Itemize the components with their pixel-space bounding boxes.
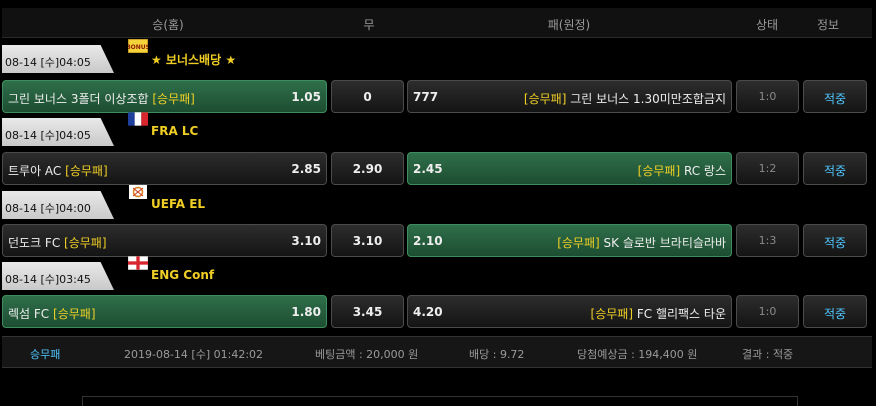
league-header: 08-14 [수]03:45 ENG Conf (2, 256, 872, 290)
result-text: 적중 (823, 307, 847, 321)
league-header: 08-14 [수]04:00 UEFA EL (2, 185, 872, 219)
away-odds: 2.45 (413, 162, 443, 176)
home-bet-button[interactable]: 트루아 AC [승무패] 2.85 (2, 152, 327, 185)
result-text: 적중 (823, 92, 847, 106)
home-bet-button[interactable]: 그린 보너스 3폴더 이상조합 [승무패] 1.05 (2, 80, 327, 113)
away-bet-button[interactable]: 2.10 [승무패] SK 슬로반 브라티슬라바 (407, 224, 732, 257)
bet-type-tag: [승무패] (637, 164, 681, 178)
bet-type-tag: [승무패] (53, 307, 96, 321)
score-status: 1:0 (736, 80, 799, 113)
match-row: 그린 보너스 3폴더 이상조합 [승무패] 1.05 0 777 [승무패] 그… (2, 80, 872, 113)
home-team-name: 트루아 AC (8, 164, 62, 178)
home-odds: 1.05 (291, 90, 321, 104)
league-name: ENG Conf (151, 268, 215, 282)
draw-odds: 3.10 (352, 234, 383, 248)
draw-bet-button[interactable]: 3.45 (331, 295, 404, 328)
draw-odds: 0 (363, 90, 372, 104)
away-team-name: RC 랑스 (683, 164, 726, 178)
bonus-badge-icon: BONUS (128, 39, 148, 53)
bet-summary-bar: 승무패 2019-08-14 [수] 01:42:02 베팅금액 : 20,00… (2, 336, 872, 368)
draw-bet-button[interactable]: 0 (331, 80, 404, 113)
home-bet-button[interactable]: 렉섬 FC [승무패] 1.80 (2, 295, 327, 328)
result-info-button[interactable]: 적중 (803, 152, 867, 185)
summary-expected-win: 당첨예상금 : 194,400 원 (577, 348, 698, 361)
away-odds: 2.10 (413, 234, 443, 248)
away-bet-button[interactable]: 2.45 [승무패] RC 랑스 (407, 152, 732, 185)
away-bet-button[interactable]: 777 [승무패] 그린 보너스 1.30미만조합금지 (407, 80, 732, 113)
league-name: ★ 보너스배당 ★ (151, 53, 237, 67)
summary-bet-amount: 베팅금액 : 20,000 원 (315, 348, 419, 361)
bet-type-tag: [승무패] (65, 164, 108, 178)
score-text: 1:0 (758, 90, 777, 103)
next-panel (82, 396, 798, 406)
score-text: 1:3 (758, 234, 777, 247)
away-bet-button[interactable]: 4.20 [승무패] FC 핼리팩스 타운 (407, 295, 732, 328)
bet-type-tag: [승무패] (557, 236, 600, 250)
header-away: 패(원정) (547, 18, 591, 32)
result-info-button[interactable]: 적중 (803, 295, 867, 328)
league-header: 08-14 [수]04:05 FRA LC (2, 112, 872, 146)
home-odds: 1.80 (291, 305, 321, 319)
league-name: FRA LC (151, 124, 199, 138)
home-odds: 3.10 (291, 234, 321, 248)
match-row: 트루아 AC [승무패] 2.85 2.90 2.45 [승무패] RC 랑스 … (2, 152, 872, 185)
france-flag-icon (128, 112, 148, 126)
summary-bet-type: 승무패 (30, 348, 61, 361)
bet-type-tag: [승무패] (523, 92, 567, 106)
match-date: 08-14 [수]04:05 (2, 118, 114, 146)
header-draw: 무 (363, 18, 375, 32)
league-name: UEFA EL (151, 197, 206, 211)
score-status: 1:2 (736, 152, 799, 185)
header-info: 정보 (816, 18, 840, 32)
header-home: 승(홈) (152, 18, 184, 32)
bet-table-header: 승(홈) 무 패(원정) 상태 정보 (2, 8, 872, 38)
score-status: 1:3 (736, 224, 799, 257)
league-header: 08-14 [수]04:05 BONUS ★ 보너스배당 ★ (2, 39, 872, 73)
result-text: 적중 (823, 164, 847, 178)
uefa-el-icon (129, 185, 147, 199)
match-date: 08-14 [수]04:05 (2, 45, 114, 73)
summary-result: 결과 : 적중 (742, 348, 794, 361)
result-info-button[interactable]: 적중 (803, 224, 867, 257)
home-bet-button[interactable]: 던도크 FC [승무패] 3.10 (2, 224, 327, 257)
result-text: 적중 (823, 236, 847, 250)
away-team-name: FC 핼리팩스 타운 (636, 307, 726, 321)
header-status: 상태 (755, 18, 779, 32)
match-row: 던도크 FC [승무패] 3.10 3.10 2.10 [승무패] SK 슬로반… (2, 224, 872, 257)
draw-odds: 3.45 (352, 305, 383, 319)
svg-text:BONUS: BONUS (128, 44, 148, 51)
score-status: 1:0 (736, 295, 799, 328)
home-team-name: 렉섬 FC (8, 307, 50, 321)
away-odds: 777 (413, 90, 439, 104)
score-text: 1:0 (758, 305, 777, 318)
draw-bet-button[interactable]: 2.90 (331, 152, 404, 185)
bet-type-tag: [승무패] (590, 307, 634, 321)
home-team-name: 던도크 FC (8, 236, 61, 250)
match-date: 08-14 [수]03:45 (2, 262, 114, 290)
draw-bet-button[interactable]: 3.10 (331, 224, 404, 257)
bet-type-tag: [승무패] (152, 92, 195, 106)
home-odds: 2.85 (291, 162, 321, 176)
match-row: 렉섬 FC [승무패] 1.80 3.45 4.20 [승무패] FC 핼리팩스… (2, 295, 872, 328)
home-team-name: 그린 보너스 3폴더 이상조합 (8, 92, 149, 106)
away-odds: 4.20 (413, 305, 443, 319)
match-date: 08-14 [수]04:00 (2, 191, 114, 219)
draw-odds: 2.90 (352, 162, 383, 176)
away-team-name: SK 슬로반 브라티슬라바 (603, 236, 726, 250)
summary-odds: 배당 : 9.72 (469, 348, 525, 361)
score-text: 1:2 (758, 162, 777, 175)
away-team-name: 그린 보너스 1.30미만조합금지 (570, 92, 726, 106)
summary-datetime: 2019-08-14 [수] 01:42:02 (124, 348, 264, 361)
bet-type-tag: [승무패] (64, 236, 107, 250)
result-info-button[interactable]: 적중 (803, 80, 867, 113)
england-flag-icon (128, 256, 148, 270)
